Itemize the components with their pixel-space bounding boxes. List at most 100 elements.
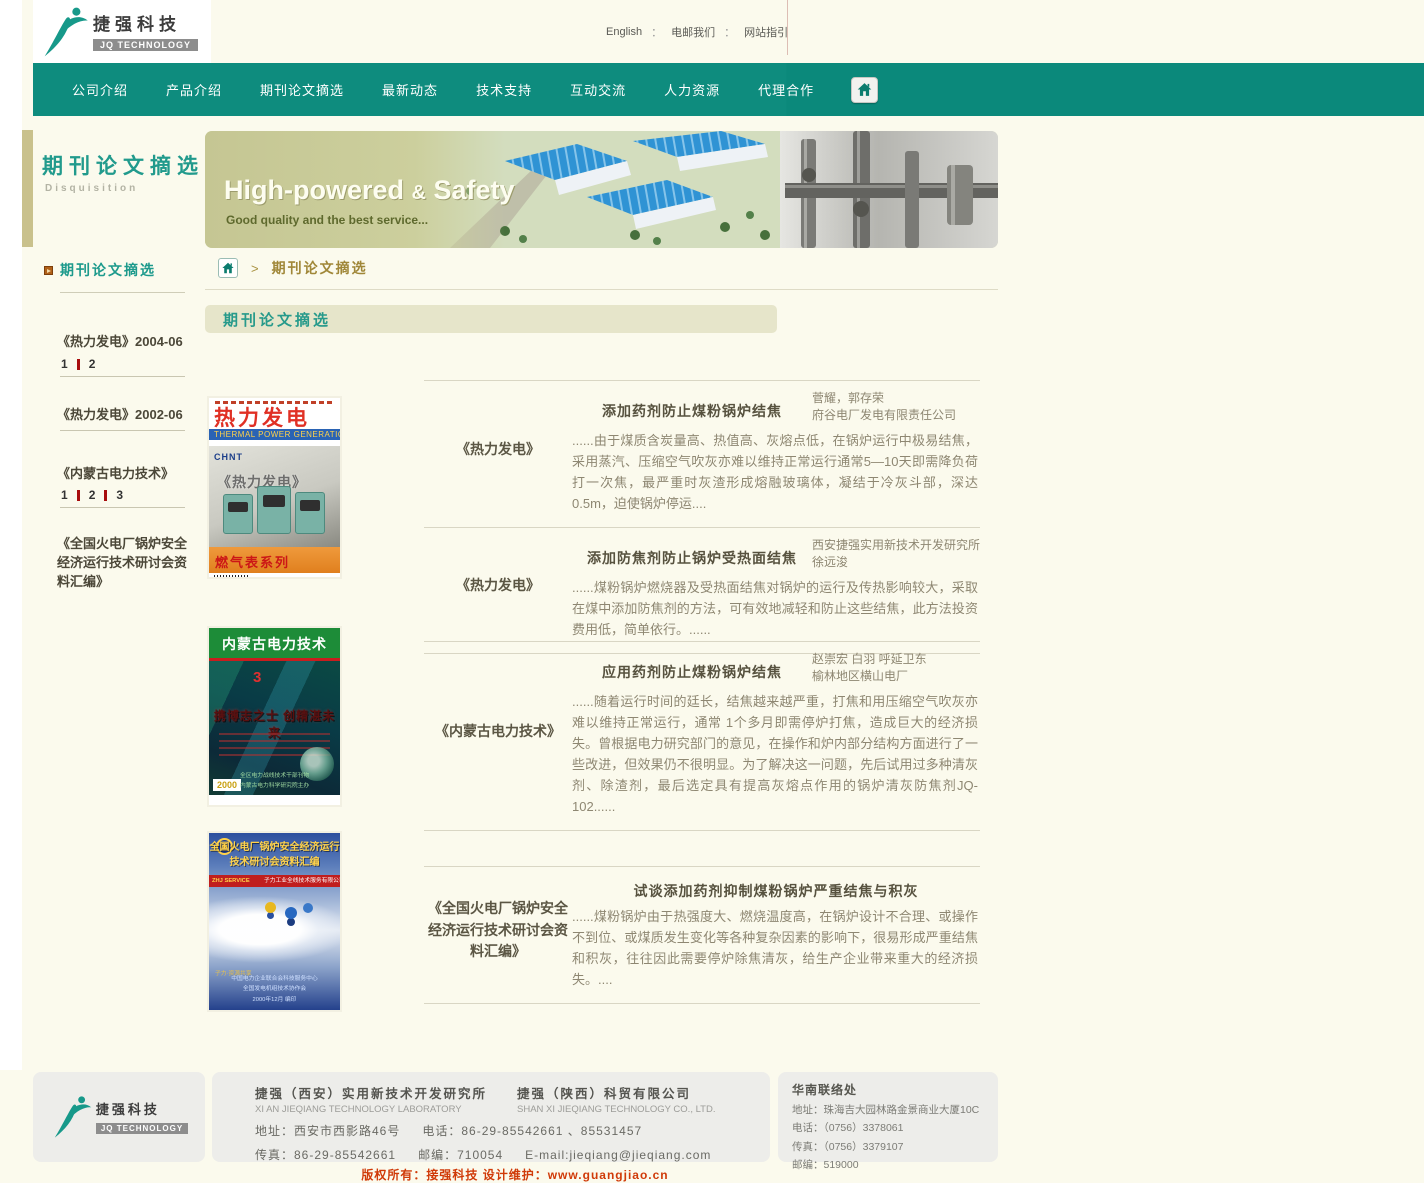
steam-plume (209, 891, 340, 965)
logo-text-en: JQ TECHNOLOGY (93, 39, 198, 51)
sidebar-group-neimenggu[interactable]: 《内蒙古电力技术》 (57, 465, 189, 484)
cover-top-text (215, 401, 334, 404)
article-title[interactable]: 添加药剂防止煤粉锅炉结焦 (572, 385, 812, 421)
sidebar-divider (60, 292, 185, 293)
south-office-fax: 传真：（0756）3379107 (792, 1139, 998, 1154)
designer-link[interactable]: www.guangjiao.cn (548, 1168, 669, 1182)
site-logo[interactable]: 捷强科技 JQ TECHNOLOGY (33, 0, 211, 63)
article-authors: 赵崇宏 白羽 呼延卫东 榆林地区横山电厂 (812, 646, 980, 686)
article-row: 《热力发电》 添加防焦剂防止锅炉受热面结焦 西安捷强实用新技术开发研究所 徐远浚… (424, 527, 980, 653)
sidebar-subtitle: Disquisition (45, 183, 138, 194)
cover-red-band: ZHJ SERVICE 子力工业全线技术服务有限公司 (209, 875, 340, 887)
email-link[interactable]: E-mail:jieqiang@jieqiang.com (525, 1148, 711, 1162)
breadcrumb-current[interactable]: 期刊论文摘选 (272, 258, 368, 278)
nav-company-intro[interactable]: 公司介绍 (53, 80, 147, 99)
hero-banner: High-powered & Safety Good quality and t… (205, 131, 998, 248)
left-margin (0, 0, 22, 1070)
sidebar-accent-bar (22, 130, 33, 247)
link-separator: ： (724, 24, 735, 40)
page-separator (77, 359, 80, 370)
cover-masthead-en: THERMAL POWER GENERATION (209, 429, 340, 440)
page-separator (104, 490, 107, 501)
header-divider-line (787, 0, 788, 55)
sidebar-group-huidianchang[interactable]: 《全国火电厂锅炉安全经济运行技术研讨会资料汇编》 (57, 535, 189, 592)
sidebar-pagination: 1 2 (61, 357, 95, 371)
nav-products[interactable]: 产品介绍 (147, 80, 241, 99)
section-header: 期刊论文摘选 (205, 305, 777, 333)
nav-agency[interactable]: 代理合作 (739, 80, 833, 99)
article-authors: 西安捷强实用新技术开发研究所 徐远浚 (812, 532, 980, 572)
sidebar-underline (60, 507, 185, 508)
page-link-2[interactable]: 2 (89, 357, 96, 371)
company1-name-en: XI AN JIEQIANG TECHNOLOGY LABORATORY (255, 1104, 517, 1115)
article-title[interactable]: 试谈添加药剂抑制煤粉锅炉严重结焦与积灰 (572, 871, 980, 901)
journal-cover-huidianchang: 全国火电厂锅炉安全经济运行 技术研讨会资料汇编 ZHJ SERVICE 子力工业… (209, 833, 340, 1010)
cover-masthead: 内蒙古电力技术 (209, 628, 340, 658)
bullet-arrow-icon (44, 266, 53, 275)
article-title[interactable]: 应用药剂防止煤粉锅炉结焦 (572, 646, 812, 682)
nav-tech-support[interactable]: 技术支持 (457, 80, 551, 99)
footer-logo-en: JQ TECHNOLOGY (96, 1123, 188, 1134)
gas-meter (295, 492, 325, 534)
article-abstract: ......由于煤质含炭量高、热值高、灰熔点低，在锅炉运行中极易结焦，采用蒸汽、… (572, 430, 980, 514)
company1-name: 捷强（西安）实用新技术开发研究所 (255, 1083, 517, 1102)
article-source: 《热力发电》 (424, 385, 572, 514)
logo-swoosh-icon (50, 1093, 94, 1141)
sidebar-underline (60, 430, 185, 431)
cover-year: 2000 (213, 779, 241, 791)
company2-name: 捷强（陕西）科贸有限公司 (517, 1083, 715, 1102)
cover-footer-text: 全区电力战线技术干部刊物 内蒙古电力科学研究院主办 (240, 772, 336, 792)
home-button[interactable] (851, 77, 878, 103)
sidebar-pagination: 1 2 3 (61, 488, 123, 502)
footer-logo-block: 捷强科技 JQ TECHNOLOGY (33, 1072, 205, 1162)
nav-journal-papers[interactable]: 期刊论文摘选 (241, 80, 363, 99)
footer-contact-block: 捷强（西安）实用新技术开发研究所 XI AN JIEQIANG TECHNOLO… (212, 1072, 770, 1162)
nav-hr[interactable]: 人力资源 (645, 80, 739, 99)
article-title[interactable]: 添加防焦剂防止锅炉受热面结焦 (572, 532, 812, 568)
article-abstract: ......煤粉锅炉由于热强度大、燃烧温度高，在锅炉设计不合理、或操作不到位、或… (572, 906, 980, 990)
home-icon (856, 81, 873, 98)
page-link-1[interactable]: 1 (61, 488, 68, 502)
breadcrumb-arrow: > (251, 261, 259, 276)
sidebar-item-label: 期刊论文摘选 (60, 260, 156, 280)
article-table-3: 《全国火电厂锅炉安全经济运行技术研讨会资料汇编》 试谈添加药剂抑制煤粉锅炉严重结… (424, 866, 980, 1004)
article-row: 《热力发电》 添加药剂防止煤粉锅炉结焦 菅耀，郭存荣 府谷电厂发电有限责任公司 … (424, 380, 980, 527)
page-link-2[interactable]: 2 (89, 488, 96, 502)
article-source: 《全国火电厂锅炉安全经济运行技术研讨会资料汇编》 (424, 871, 572, 990)
footer-logo-cn: 捷强科技 (96, 1099, 188, 1118)
logo-swoosh-icon (39, 4, 91, 60)
sidebar-group-relidianfa-2004[interactable]: 《热力发电》2004-06 (57, 333, 189, 352)
link-site-guide[interactable]: 网站指引 (744, 24, 788, 40)
copyright: 版权所有：接强科技 设计维护：www.guangjiao.cn (0, 1166, 1030, 1183)
banner-tagline: Good quality and the best service... (226, 213, 428, 227)
link-english[interactable]: English (606, 26, 642, 38)
cover-photo: 3 携博志之士 创精湛未来 2000 全区电力战线技术干部刊物 内蒙古电力科学研… (209, 661, 340, 795)
company2-name-en: SHAN XI JIEQIANG TECHNOLOGY CO., LTD. (517, 1104, 715, 1115)
cover-issue-number: 3 (253, 669, 261, 686)
link-separator: ： (651, 24, 662, 40)
south-office-title: 华南联络处 (792, 1081, 998, 1098)
article-abstract: ......煤粉锅炉燃烧器及受热面结焦对锅炉的运行及传热影响较大，采取在煤中添加… (572, 577, 980, 640)
journal-cover-relidianfa: 热力发电 THERMAL POWER GENERATION 6 2004 CHN… (209, 398, 340, 577)
barcode (214, 575, 248, 577)
article-row: 《内蒙古电力技术》 应用药剂防止煤粉锅炉结焦 赵崇宏 白羽 呼延卫东 榆林地区横… (424, 641, 980, 830)
sidebar-group-relidianfa-2002[interactable]: 《热力发电》2002-06 (57, 406, 189, 425)
page-link-1[interactable]: 1 (61, 357, 68, 371)
utility-links: English ： 电邮我们 ： 网站指引 (606, 24, 788, 40)
breadcrumb-home-button[interactable] (218, 258, 238, 278)
page-separator (77, 490, 80, 501)
cover-title: 全国火电厂锅炉安全经济运行 技术研讨会资料汇编 (209, 840, 340, 870)
nav-news[interactable]: 最新动态 (363, 80, 457, 99)
link-email-us[interactable]: 电邮我们 (671, 24, 715, 40)
sidebar-underline (60, 376, 185, 377)
breadcrumb: > 期刊论文摘选 (218, 258, 368, 278)
article-abstract: ......随着运行时间的廷长，结焦越来越严重，打焦和用压缩空气吹灰亦难以维持正… (572, 691, 980, 817)
section-title: 期刊论文摘选 (223, 309, 331, 330)
gas-meter (257, 486, 291, 534)
article-source: 《内蒙古电力技术》 (424, 646, 572, 817)
nav-interaction[interactable]: 互动交流 (551, 80, 645, 99)
article-table-2: 《内蒙古电力技术》 应用药剂防止煤粉锅炉结焦 赵崇宏 白羽 呼延卫东 榆林地区横… (424, 641, 980, 831)
sidebar-item-journal-papers[interactable]: 期刊论文摘选 (44, 260, 156, 280)
page-link-3[interactable]: 3 (116, 488, 123, 502)
main-nav: 公司介绍 产品介绍 期刊论文摘选 最新动态 技术支持 互动交流 人力资源 代理合… (33, 63, 1424, 116)
